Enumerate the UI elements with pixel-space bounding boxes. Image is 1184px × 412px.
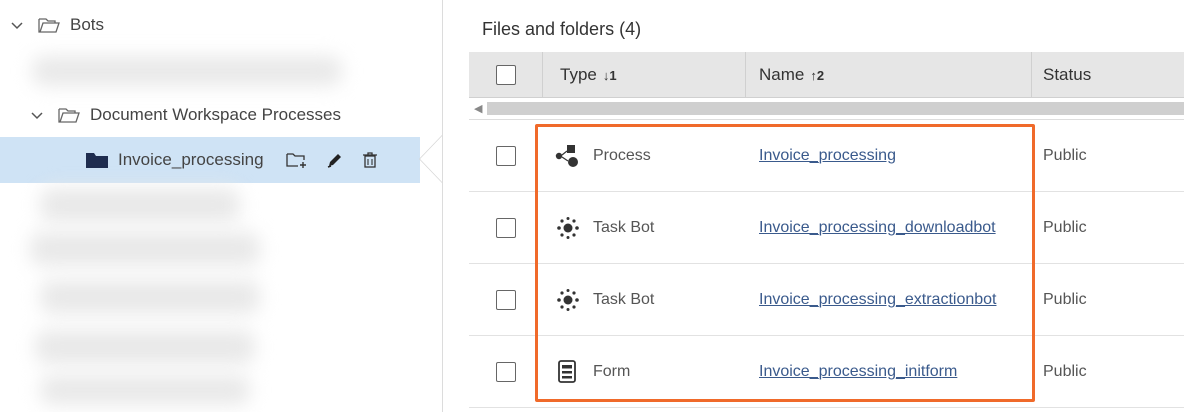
file-link[interactable]: Invoice_processing_extractionbot: [759, 291, 996, 309]
status-cell: Public: [1043, 147, 1087, 164]
blurred-item: [32, 56, 342, 86]
form-icon: [555, 359, 581, 385]
blurred-item: [35, 330, 255, 364]
folder-open-icon: [58, 108, 80, 123]
status-cell: Public: [1043, 291, 1087, 308]
sort-asc-indicator: ↑2: [810, 67, 825, 83]
column-label: Status: [1043, 65, 1092, 84]
tree-item-label: Invoice_processing: [118, 150, 264, 169]
folder-open-icon: [38, 18, 60, 33]
type-cell: Process: [555, 120, 651, 192]
row-checkbox[interactable]: [496, 218, 516, 238]
status-cell: Public: [1043, 219, 1087, 236]
tree-item-document-workspace[interactable]: Document Workspace Processes: [30, 92, 341, 138]
taskbot-icon: [555, 287, 581, 313]
scroll-left-icon[interactable]: ◀: [474, 102, 482, 115]
status-cell: Public: [1043, 363, 1087, 380]
column-header-status[interactable]: Status: [1043, 52, 1091, 98]
edit-icon[interactable]: [326, 151, 344, 169]
blurred-item: [40, 280, 260, 314]
row-checkbox[interactable]: [496, 146, 516, 166]
row-checkbox[interactable]: [496, 362, 516, 382]
table-row[interactable]: Task Bot Invoice_processing_downloadbot …: [469, 192, 1184, 264]
blurred-item: [40, 375, 250, 405]
file-link[interactable]: Invoice_processing_downloadbot: [759, 219, 996, 237]
folder-icon: [86, 152, 108, 168]
horizontal-scrollbar[interactable]: ◀: [469, 98, 1184, 120]
type-cell: Task Bot: [555, 192, 654, 264]
page-title: Files and folders (4): [482, 19, 641, 40]
select-all-checkbox[interactable]: [496, 65, 516, 85]
table-row[interactable]: Form Invoice_processing_initform Public: [469, 336, 1184, 408]
files-table: Type ↓1 Name ↑2 Status ◀ Process Invoice…: [469, 52, 1184, 408]
heading-text: Files and folders: [482, 19, 615, 39]
column-label: Name: [759, 65, 805, 84]
sort-desc-indicator: ↓1: [602, 67, 617, 83]
process-icon: [555, 143, 581, 169]
tree-item-label: Bots: [70, 15, 105, 34]
file-link[interactable]: Invoice_processing: [759, 147, 896, 165]
chevron-down-icon[interactable]: [10, 18, 24, 32]
new-folder-icon[interactable]: [285, 151, 308, 169]
tree-item-label: Document Workspace Processes: [90, 105, 342, 124]
column-header-type[interactable]: Type ↓1: [560, 52, 617, 98]
chevron-down-icon[interactable]: [30, 108, 44, 122]
type-cell: Form: [555, 336, 630, 408]
type-cell: Task Bot: [555, 264, 654, 336]
name-cell[interactable]: Invoice_processing_downloadbot: [759, 192, 996, 264]
tree-item-invoice-processing[interactable]: Invoice_processing: [0, 137, 420, 183]
name-cell[interactable]: Invoice_processing_extractionbot: [759, 264, 996, 336]
table-row[interactable]: Process Invoice_processing Public: [469, 120, 1184, 192]
name-cell[interactable]: Invoice_processing: [759, 120, 896, 192]
tree-item-bots[interactable]: Bots: [10, 2, 104, 48]
selection-pointer-fill: [420, 136, 442, 182]
delete-icon[interactable]: [362, 151, 378, 169]
folder-tree: Bots Document Workspace Processes Invoic…: [0, 0, 443, 412]
name-cell[interactable]: Invoice_processing_initform: [759, 336, 957, 408]
blurred-item: [40, 188, 240, 222]
scrollbar-thumb[interactable]: [487, 102, 1184, 115]
taskbot-icon: [555, 215, 581, 241]
blurred-item: [30, 232, 260, 266]
item-count: (4): [619, 19, 642, 39]
row-checkbox[interactable]: [496, 290, 516, 310]
column-label: Type: [560, 65, 597, 84]
table-header: Type ↓1 Name ↑2 Status: [469, 52, 1184, 98]
file-link[interactable]: Invoice_processing_initform: [759, 363, 957, 381]
table-row[interactable]: Task Bot Invoice_processing_extractionbo…: [469, 264, 1184, 336]
column-header-name[interactable]: Name ↑2: [759, 52, 824, 98]
